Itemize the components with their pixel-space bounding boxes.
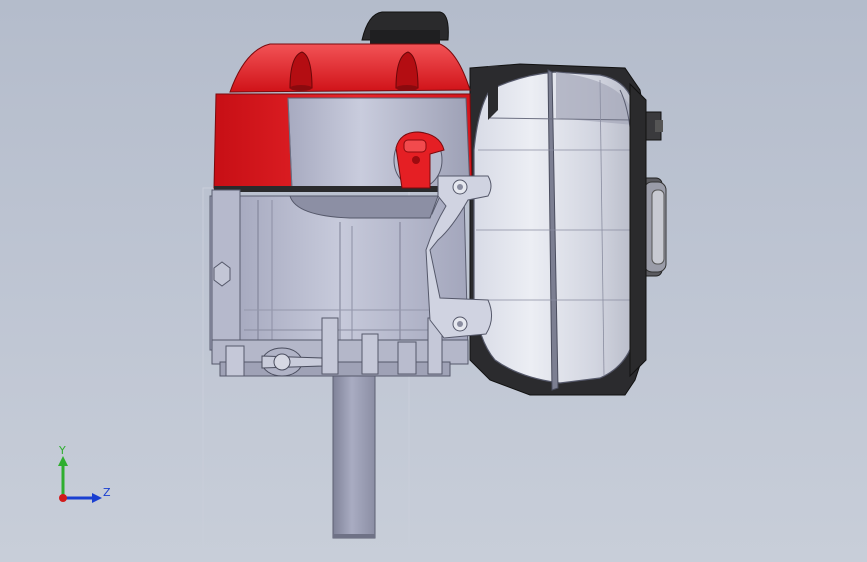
graphics-viewport[interactable]: Y Z bbox=[0, 0, 867, 562]
triad-y-label: Y bbox=[58, 444, 66, 457]
coordinate-triad: Y Z bbox=[58, 444, 111, 503]
triad-origin bbox=[59, 494, 67, 502]
top-knob bbox=[361, 11, 449, 44]
triad-y-arrow bbox=[58, 456, 68, 466]
rear-edge bbox=[629, 82, 647, 378]
engine-3d-model[interactable] bbox=[0, 0, 867, 562]
triad-z-arrow bbox=[92, 493, 102, 503]
output-shaft bbox=[332, 371, 376, 539]
triad-z-label: Z bbox=[103, 486, 111, 499]
side-cover bbox=[473, 69, 637, 391]
